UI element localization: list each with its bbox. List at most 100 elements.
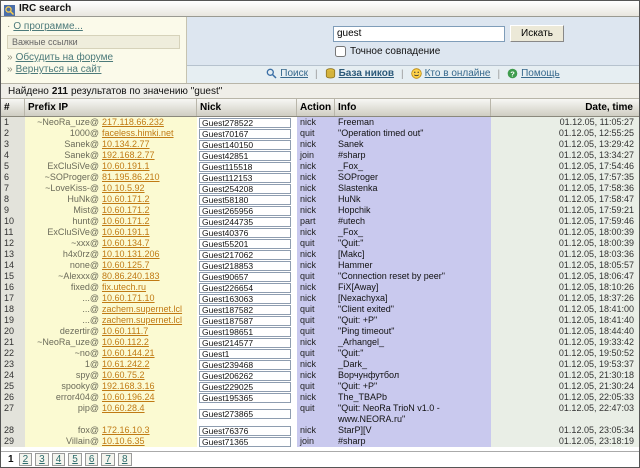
host-link[interactable]: 192.168.3.16 [99,381,197,392]
nick-input[interactable] [199,150,291,161]
nick-input[interactable] [199,359,291,370]
nick-input[interactable] [199,293,291,304]
nav-item-search[interactable]: Поиск [266,68,308,82]
about-link-label[interactable]: О программе... [13,21,83,32]
prefix-user: ~Alexxx@ [58,271,99,281]
prefix-ip-cell: fixed@ fix.utech.ru [25,282,197,293]
nick-input[interactable] [199,227,291,238]
date-cell: 01.12.05, 12:55:25 [491,128,639,139]
info-cell: FiX[Away] [335,282,491,293]
host-link[interactable]: 10.60.111.7 [99,326,197,337]
nick-input[interactable] [199,436,291,447]
exact-match-checkbox[interactable] [335,46,346,57]
nick-input[interactable] [199,348,291,359]
host-link[interactable]: 10.60.191.1 [99,161,197,172]
nick-input[interactable] [199,271,291,282]
nick-input[interactable] [199,409,291,419]
host-link[interactable]: 172.16.10.3 [99,425,197,436]
host-link[interactable]: 10.60.134.7 [99,238,197,249]
nick-input[interactable] [199,282,291,293]
nav-item-online[interactable]: Кто в онлайне [410,68,490,82]
nick-input[interactable] [199,161,291,172]
nav-item-nick-base[interactable]: База ников [325,68,394,82]
host-link[interactable]: 217.118.66.232 [99,117,197,128]
prefix-ip-cell: Sanek@ 192.168.2.77 [25,150,197,161]
page-link-6[interactable]: 6 [84,453,99,466]
forum-link-label[interactable]: Обсудить на форуме [16,52,113,63]
table-row: 19...@zachem.supernet.lclquit"Quit: +P"0… [1,315,639,326]
host-link[interactable]: 10.60.171.10 [99,293,197,304]
nick-input[interactable] [199,304,291,315]
host-link[interactable]: 80.86.240.183 [99,271,197,282]
host-link[interactable]: 192.168.2.77 [99,150,197,161]
sidebar-link-site[interactable]: » Вернуться на сайт [7,64,180,75]
host-link[interactable]: 81.195.86.210 [99,172,197,183]
sidebar-link-forum[interactable]: » Обсудить на форуме [7,52,180,63]
nick-input[interactable] [199,205,291,216]
nick-input[interactable] [199,183,291,194]
nick-input[interactable] [199,392,291,403]
nick-input[interactable] [199,194,291,205]
host-link[interactable]: zachem.supernet.lcl [99,304,197,315]
nick-input[interactable] [199,337,291,348]
host-link[interactable]: 10.60.171.2 [99,216,197,227]
sidebar-about-link[interactable]: · О программе... [7,21,180,32]
host-link[interactable]: 10.60.112.2 [99,337,197,348]
nav-help-link[interactable]: ? Помощь [507,68,560,79]
nav-separator: | [315,69,318,80]
prefix-ip-cell: ExCluSiVe@ 10.60.191.1 [25,227,197,238]
page-link-4[interactable]: 4 [51,453,66,466]
host-link[interactable]: 10.60.28.4 [99,403,197,425]
action-cell: quit [297,238,335,249]
date-cell: 01.12.05, 18:41:40 [491,315,639,326]
host-link[interactable]: 10.60.75.2 [99,370,197,381]
host-link[interactable]: faceless.himki.net [99,128,197,139]
nick-input[interactable] [199,249,291,260]
nick-input[interactable] [199,381,291,392]
host-link[interactable]: 10.61.242.2 [99,359,197,370]
page-link-8[interactable]: 8 [117,453,132,466]
site-link-label[interactable]: Вернуться на сайт [16,64,102,75]
page-link-7[interactable]: 7 [101,453,115,466]
nav-item-help[interactable]: ? Помощь [507,68,560,82]
host-link[interactable]: 10.60.171.2 [99,205,197,216]
prefix-user: 1000@ [69,128,99,138]
page-link-3[interactable]: 3 [35,453,49,466]
header-info: Info [335,99,491,116]
host-link[interactable]: 10.60.191.1 [99,227,197,238]
nick-input[interactable] [199,370,291,381]
nav-nick-base-link[interactable]: База ников [325,68,394,79]
host-link[interactable]: 10.60.196.24 [99,392,197,403]
nick-input[interactable] [199,315,291,326]
host-link[interactable]: 10.10.6.35 [99,436,197,447]
nick-input[interactable] [199,425,291,436]
host-link[interactable]: 10.10.131.206 [99,249,197,260]
nick-input[interactable] [199,139,291,150]
date-cell: 01.12.05, 18:10:26 [491,282,639,293]
search-button[interactable]: Искать [510,25,564,42]
nick-input[interactable] [199,260,291,271]
search-input[interactable] [333,25,505,42]
nick-input[interactable] [199,117,291,128]
host-link[interactable]: 10.134.2.77 [99,139,197,150]
host-link[interactable]: fix.utech.ru [99,282,197,293]
host-link[interactable]: 10.60.171.2 [99,194,197,205]
info-cell: "Ping timeout" [335,326,491,337]
host-link[interactable]: 10.60.144.21 [99,348,197,359]
info-cell: SOProger [335,172,491,183]
nick-input[interactable] [199,326,291,337]
nick-input[interactable] [199,238,291,249]
nick-input[interactable] [199,172,291,183]
nick-input[interactable] [199,216,291,227]
date-cell: 01.12.05, 11:05:27 [491,117,639,128]
host-link[interactable]: 10.60.125.7 [99,260,197,271]
prefix-user: spy@ [75,370,99,380]
nav-search-link[interactable]: Поиск [266,68,308,79]
page-link-5[interactable]: 5 [68,453,82,466]
host-link[interactable]: 10.10.5.92 [99,183,197,194]
page-link-2[interactable]: 2 [18,453,33,466]
host-link[interactable]: zachem.supernet.lcl [99,315,197,326]
nav-online-link[interactable]: Кто в онлайне [410,68,490,79]
nick-input[interactable] [199,128,291,139]
prefix-ip-cell: ExCluSiVe@ 10.60.191.1 [25,161,197,172]
